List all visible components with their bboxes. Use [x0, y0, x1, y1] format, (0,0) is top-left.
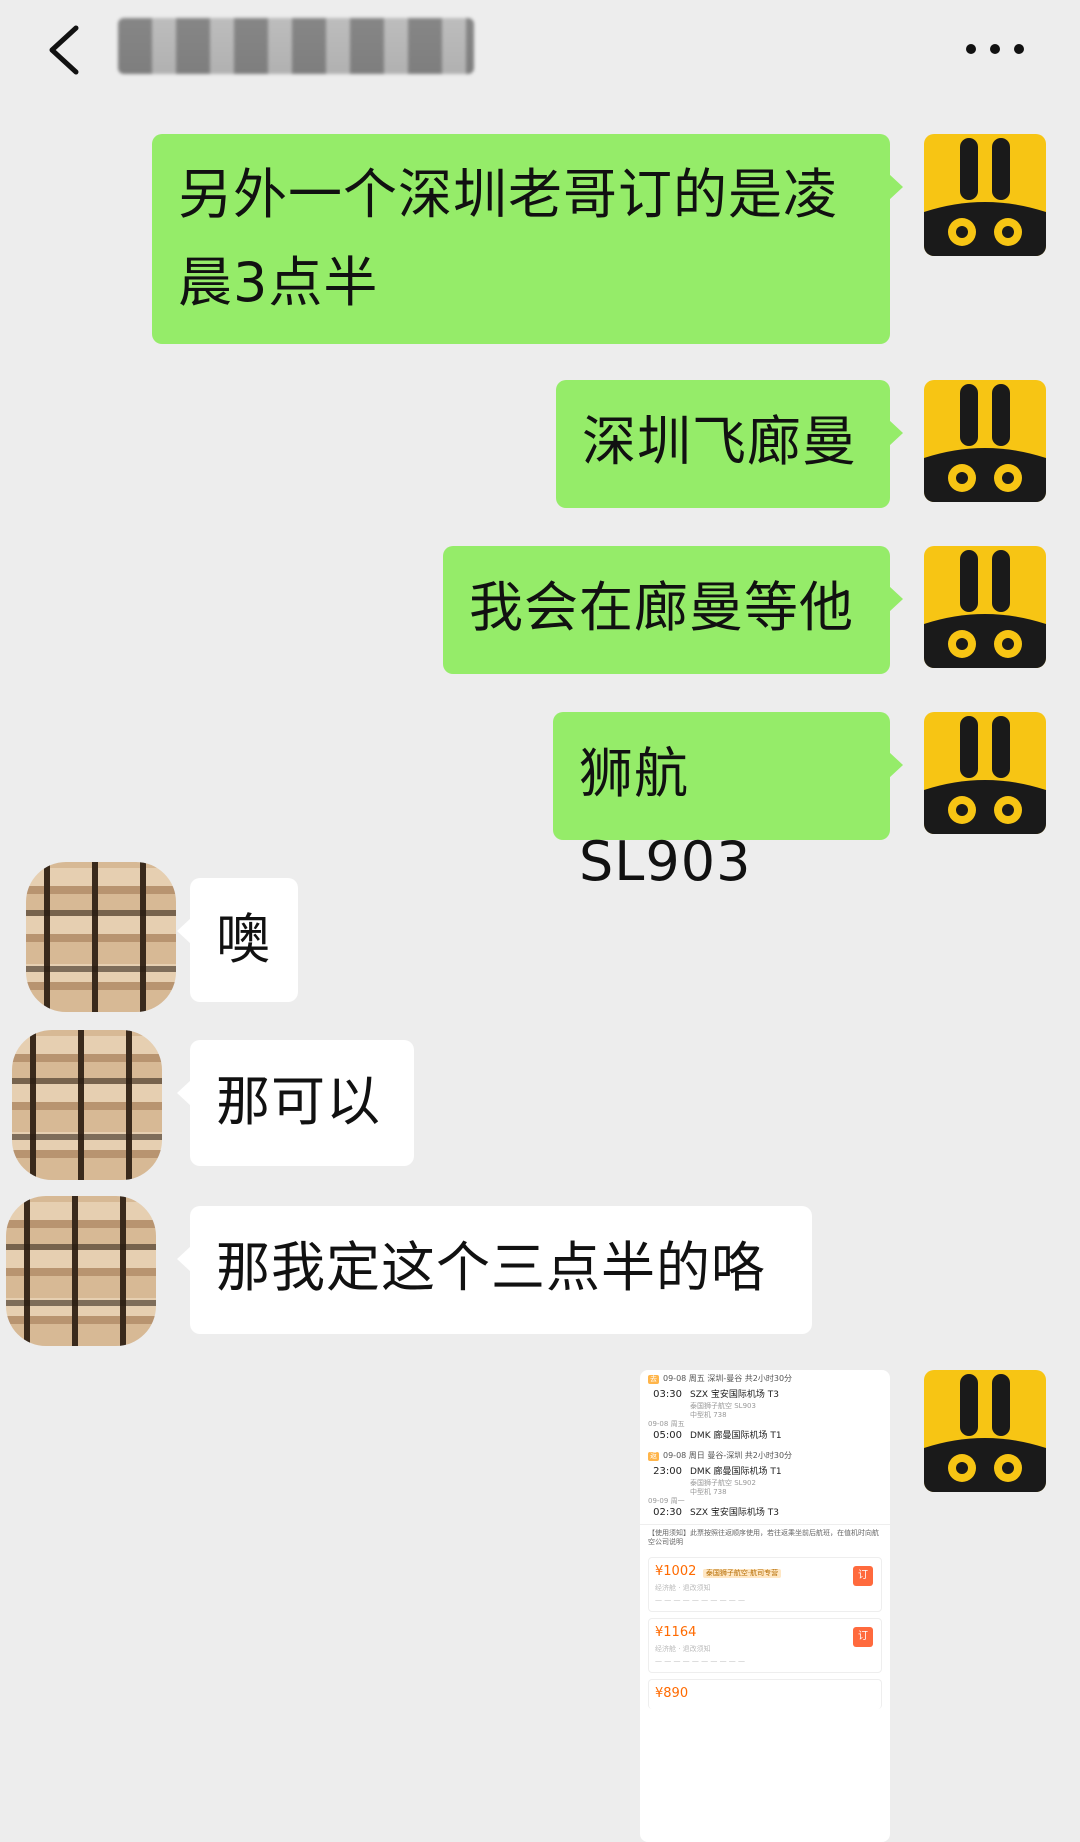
message-text: 噢	[216, 908, 271, 971]
aircraft: 中型机 738	[690, 1488, 727, 1497]
order-button: 订	[853, 1627, 873, 1648]
offer-price: ¥1164	[655, 1625, 697, 1641]
arr-date: 09-08 周五	[648, 1420, 685, 1429]
contact-avatar[interactable]	[12, 1030, 162, 1180]
message-text: 另外一个深圳老哥订的是凌	[178, 163, 838, 226]
trip-tag: 去	[648, 1374, 659, 1384]
message-bubble-outgoing[interactable]: 深圳飞廊曼	[556, 380, 903, 508]
airline: 泰国狮子航空 SL902	[690, 1479, 756, 1488]
my-avatar[interactable]	[924, 134, 1046, 256]
bee-avatar-icon	[924, 134, 1046, 256]
back-button[interactable]	[40, 22, 90, 78]
bee-avatar-icon	[924, 1370, 1046, 1492]
my-avatar[interactable]	[924, 712, 1046, 834]
arr-date: 09-09 周一	[648, 1497, 685, 1506]
trip-header: 09-08 周五 深圳-曼谷 共2小时30分	[663, 1374, 793, 1383]
chevron-left-icon	[49, 25, 79, 75]
order-button: 订	[853, 1566, 873, 1587]
my-avatar[interactable]	[924, 380, 1046, 502]
message-bubble-outgoing[interactable]: 我会在廊曼等他	[443, 546, 903, 674]
dep-airport: SZX 宝安国际机场 T3	[690, 1390, 779, 1401]
offer-class: 经济舱 · 退改须知	[655, 1584, 711, 1593]
my-avatar[interactable]	[924, 546, 1046, 668]
more-button[interactable]	[960, 36, 1030, 62]
airline: 泰国狮子航空 SL903	[690, 1402, 756, 1411]
offer-details: — — — — — — — — — —	[655, 1596, 746, 1605]
bee-avatar-icon	[924, 712, 1046, 834]
offer-details: — — — — — — — — — —	[655, 1657, 746, 1666]
dep-airport: DMK 廊曼国际机场 T1	[690, 1467, 782, 1478]
offer-pill: 泰国狮子航空·航司专营	[702, 1569, 782, 1579]
aircraft: 中型机 738	[690, 1411, 727, 1420]
arr-airport: DMK 廊曼国际机场 T1	[690, 1431, 782, 1442]
trip-tag: 返	[648, 1451, 659, 1461]
message-text: 深圳飞廊曼	[582, 410, 857, 473]
arr-time: 05:00	[653, 1430, 682, 1442]
arr-time: 02:30	[653, 1507, 682, 1519]
message-text: 那可以	[216, 1070, 381, 1133]
offer-price: ¥1002	[655, 1564, 697, 1580]
my-avatar[interactable]	[924, 1370, 1046, 1492]
dep-time: 23:00	[653, 1466, 682, 1478]
message-text: 我会在廊曼等他	[469, 576, 854, 639]
offer: ¥1164 经济舱 · 退改须知 — — — — — — — — — — 订	[648, 1618, 882, 1674]
bee-avatar-icon	[924, 380, 1046, 502]
offer: ¥890	[648, 1679, 882, 1710]
offer: ¥1002 泰国狮子航空·航司专营 经济舱 · 退改须知 — — — — — —…	[648, 1557, 882, 1613]
contact-avatar[interactable]	[26, 862, 176, 1012]
message-bubble-outgoing[interactable]: 狮航 SL903	[553, 712, 903, 893]
message-text: 狮航 SL903	[579, 742, 752, 893]
flight-screenshot-image[interactable]: 去 09-08 周五 深圳-曼谷 共2小时30分 03:30 SZX 宝安国际机场 …	[640, 1370, 890, 1842]
message-bubble-incoming[interactable]: 噢	[177, 878, 298, 1002]
outbound-flight: 去 09-08 周五 深圳-曼谷 共2小时30分 03:30 SZX 宝安国际机场 …	[640, 1370, 890, 1447]
usage-note: 【使用须知】此票按照往返顺序使用，若往返乘坐前后航班，在值机时向航空公司说明	[640, 1524, 890, 1551]
bee-avatar-icon	[924, 546, 1046, 668]
message-bubble-outgoing[interactable]: 另外一个深圳老哥订的是凌 晨3点半	[152, 134, 903, 344]
arr-airport: SZX 宝安国际机场 T3	[690, 1508, 779, 1519]
offer-price: ¥890	[655, 1686, 689, 1702]
message-text: 那我定这个三点半的咯	[216, 1236, 766, 1299]
message-bubble-incoming[interactable]: 那我定这个三点半的咯	[177, 1206, 812, 1334]
trip-header: 09-08 周日 曼谷-深圳 共2小时30分	[663, 1451, 793, 1461]
dep-time: 03:30	[653, 1389, 682, 1401]
contact-avatar[interactable]	[6, 1196, 156, 1346]
offer-class: 经济舱 · 退改须知	[655, 1645, 711, 1654]
return-flight: 返 09-08 周日 曼谷-深圳 共2小时30分 23:00 DMK 廊曼国际机场 …	[640, 1447, 890, 1524]
top-bar: ██████████	[0, 0, 1080, 100]
message-bubble-incoming[interactable]: 那可以	[177, 1040, 414, 1166]
more-dots-icon	[966, 44, 1024, 54]
message-text: 晨3点半	[178, 251, 379, 314]
contact-name: ██████████	[118, 18, 474, 74]
